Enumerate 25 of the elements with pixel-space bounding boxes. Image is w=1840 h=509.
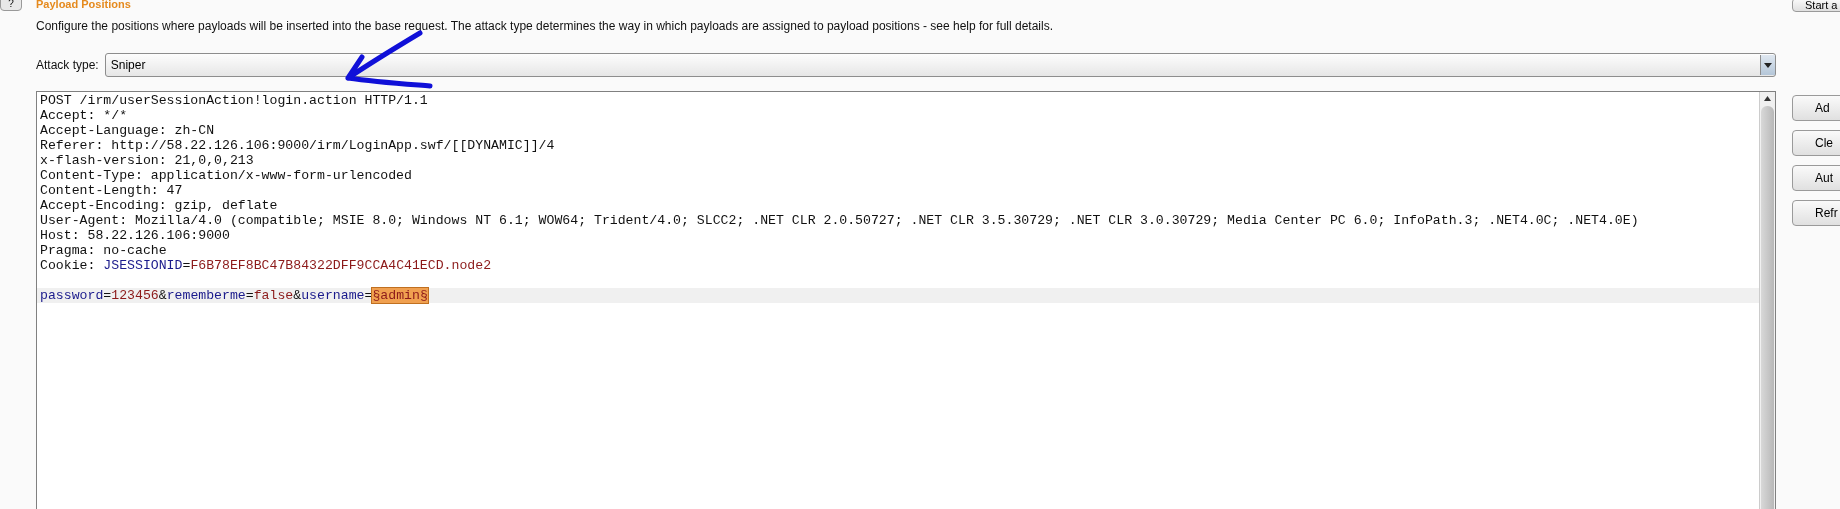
scroll-thumb[interactable] xyxy=(1761,106,1774,509)
request-line: Pragma: no-cache xyxy=(39,243,168,258)
start-attack-button[interactable]: Start a xyxy=(1792,0,1840,12)
request-line: Accept: */* xyxy=(39,108,129,123)
side-button[interactable]: Refr xyxy=(1792,200,1840,226)
request-line: POST /irm/userSessionAction!login.action HTTP/1.1 xyxy=(39,93,429,108)
request-line: Accept-Encoding: gzip, deflate xyxy=(39,198,279,213)
request-line: x-flash-version: 21,0,0,213 xyxy=(39,153,255,168)
request-line: Content-Length: 47 xyxy=(39,183,184,198)
side-button[interactable]: Aut xyxy=(1792,165,1840,191)
request-line: Cookie: JSESSIONID=F6B78EF8BC47B84322DFF9CCA4C41ECD.node2 xyxy=(39,258,493,273)
description-text: Configure the positions where payloads will be inserted into the base request. The attack type determines the way in which payloads are assigned to payload positions - see help for full details. xyxy=(36,19,1055,35)
request-line: Content-Type: application/x-www-form-urlencoded xyxy=(39,168,413,183)
request-line: User-Agent: Mozilla/4.0 (compatible; MSIE 8.0; Windows NT 6.1; WOW64; Trident/4.0; SLCC2; .NET CLR 2.0.50727; .NET CLR 3.5.30729; .NET CLR 3.0.30729; Media Center PC 6.0; InfoPath.3; .NET4.0C; .NET4.0E) xyxy=(39,213,1640,228)
request-line: Referer: http://58.22.126.106:9000/irm/LoginApp.swf/[[DYNAMIC]]/4 xyxy=(39,138,556,153)
caret-icon xyxy=(1760,55,1775,75)
help-button[interactable]: ? xyxy=(0,0,22,11)
attack-type-dropdown[interactable]: Sniper xyxy=(104,53,1776,77)
request-line: Host: 58.22.126.106:9000 xyxy=(39,228,231,243)
side-button[interactable]: Ad xyxy=(1792,95,1840,121)
scrollbar[interactable] xyxy=(1759,92,1775,509)
section-title: Payload Positions xyxy=(36,0,131,10)
request-line: Accept-Language: zh-CN xyxy=(39,123,216,138)
attack-type-label: Attack type: xyxy=(36,58,99,72)
side-button[interactable]: Cle xyxy=(1792,130,1840,156)
